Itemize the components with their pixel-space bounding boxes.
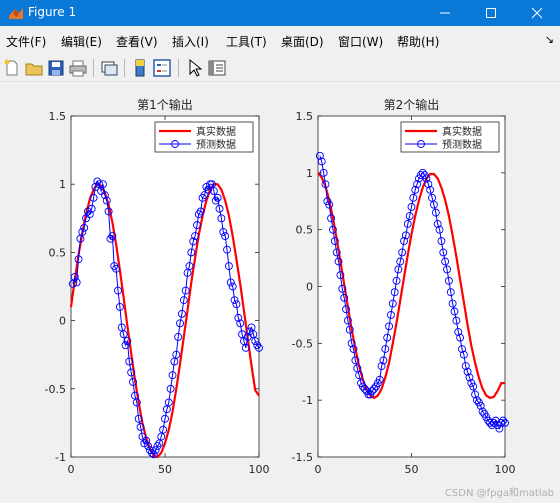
property-editor-icon[interactable] <box>207 58 227 78</box>
x-tick-label: 0 <box>315 463 322 476</box>
watermark: CSDN @fpga和matlab <box>444 488 554 499</box>
menu-file[interactable]: 文件(F) <box>6 33 46 50</box>
minimize-button[interactable] <box>422 0 468 26</box>
legend-label: 真实数据 <box>442 125 482 138</box>
figure-canvas: 第1个输出 0 50 100 -1 -0.5 0 0.5 1 1.5 真实数据 预测数据 第2个输出 0 5… <box>0 82 560 503</box>
legend-label: 真实数据 <box>196 125 236 138</box>
toolbar <box>0 54 560 82</box>
menu-edit[interactable]: 编辑(E) <box>61 33 102 50</box>
close-button[interactable] <box>514 0 560 26</box>
y-tick-label: 1 <box>306 167 313 180</box>
y-tick-label: -1 <box>55 451 66 464</box>
menu-insert[interactable]: 插入(I) <box>172 33 209 50</box>
y-tick-label: -0.5 <box>292 337 313 350</box>
legend: 真实数据预测数据 <box>154 121 254 153</box>
y-tick-label: -1.5 <box>292 451 313 464</box>
legend-icon[interactable] <box>152 58 172 78</box>
menu-tools[interactable]: 工具(T) <box>226 33 267 50</box>
link-figure-icon[interactable] <box>99 58 119 78</box>
new-figure-icon[interactable] <box>2 58 22 78</box>
maximize-button[interactable] <box>468 0 514 26</box>
toolbar-separator <box>93 59 94 77</box>
menu-view[interactable]: 查看(V) <box>116 33 158 50</box>
legend-label: 预测数据 <box>442 138 482 151</box>
menu-help[interactable]: 帮助(H) <box>397 33 439 50</box>
matlab-icon <box>9 8 23 19</box>
y-tick-label: 0 <box>59 315 66 328</box>
x-tick-label: 0 <box>68 463 75 476</box>
y-tick-label: 0 <box>306 281 313 294</box>
y-tick-label: 1.5 <box>49 110 67 123</box>
axes-title: 第1个输出 <box>137 97 193 112</box>
y-tick-label: 0.5 <box>49 246 67 259</box>
x-tick-label: 100 <box>495 463 516 476</box>
menu-desktop[interactable]: 桌面(D) <box>281 33 324 50</box>
save-icon[interactable] <box>46 58 66 78</box>
close-icon <box>531 7 543 19</box>
y-tick-label: 1 <box>59 178 66 191</box>
colorbar-icon[interactable] <box>130 58 150 78</box>
x-tick-label: 100 <box>249 463 270 476</box>
pointer-icon[interactable] <box>184 58 204 78</box>
title-bar: Figure 1 <box>0 0 560 26</box>
menu-bar: 文件(F) 编辑(E) 查看(V) 插入(I) 工具(T) 桌面(D) 窗口(W… <box>0 26 560 54</box>
axes-1: 第1个输出 0 50 100 -1 -0.5 0 0.5 1 1.5 真实数据预测数据 <box>45 97 270 476</box>
x-tick-label: 50 <box>158 463 172 476</box>
y-tick-label: -0.5 <box>45 383 66 396</box>
maximize-icon <box>486 8 496 18</box>
legend-label: 预测数据 <box>196 138 236 151</box>
arrow-icon[interactable]: ↘ <box>545 33 554 46</box>
legend: 真实数据预测数据 <box>400 121 500 153</box>
print-icon[interactable] <box>68 58 88 78</box>
window-title: Figure 1 <box>28 5 77 19</box>
y-tick-label: -1 <box>302 394 313 407</box>
x-tick-label: 50 <box>405 463 419 476</box>
y-tick-label: 1.5 <box>296 110 314 123</box>
minimize-icon <box>440 12 450 14</box>
axes-title: 第2个输出 <box>384 97 440 112</box>
toolbar-separator <box>178 59 179 77</box>
y-tick-label: 0.5 <box>296 224 314 237</box>
figure-plots: 第1个输出0 50 100-1-0.500.511.5真实数据预测数据第2个输出0 5… <box>45 97 516 476</box>
menu-window[interactable]: 窗口(W) <box>338 33 383 50</box>
open-icon[interactable] <box>24 58 44 78</box>
axes-2: 第2个输出 0 50 100 -1.5 -1 -0.5 0 0.5 1 1.5 真实数据预测数据 <box>292 97 516 476</box>
toolbar-separator <box>124 59 125 77</box>
